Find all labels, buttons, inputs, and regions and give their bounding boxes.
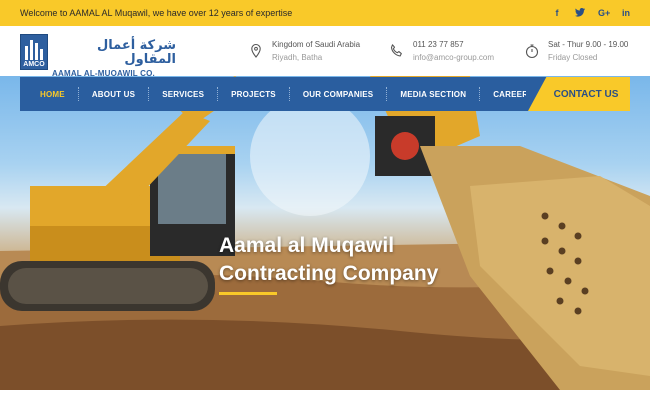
logo-badge: AMCO bbox=[23, 61, 45, 68]
hero-title-underline bbox=[219, 292, 277, 295]
nav-item-about-us[interactable]: ABOUT US bbox=[79, 90, 148, 99]
google-plus-icon[interactable]: G+ bbox=[598, 8, 610, 18]
contact-us-label: CONTACT US bbox=[553, 88, 619, 100]
hours-line-2: Friday Closed bbox=[548, 53, 598, 62]
nav-item-services[interactable]: SERVICES bbox=[149, 90, 217, 99]
logo-arabic-name: شركة أعمال المقاول bbox=[96, 38, 176, 67]
nav-item-media-section[interactable]: MEDIA SECTION bbox=[387, 90, 479, 99]
stopwatch-icon bbox=[525, 44, 539, 59]
location-line-2: Riyadh, Batha bbox=[272, 53, 323, 62]
top-bar: Welcome to AAMAL AL Muqawil, we have ove… bbox=[0, 0, 650, 26]
phone-number: 011 23 77 857 bbox=[413, 40, 464, 49]
facebook-icon[interactable]: f bbox=[552, 8, 562, 18]
linkedin-icon[interactable]: in bbox=[621, 8, 631, 18]
site-header: AMCO شركة أعمال المقاول AAMAL AL-MUQAWIL… bbox=[0, 26, 650, 78]
email-address[interactable]: info@amco-group.com bbox=[413, 52, 494, 63]
company-logo[interactable]: AMCO شركة أعمال المقاول AAMAL AL-MUQAWIL… bbox=[20, 34, 176, 78]
nav-item-projects[interactable]: PROJECTS bbox=[218, 90, 289, 99]
page-bottom-strip bbox=[0, 390, 650, 416]
welcome-text: Welcome to AAMAL AL Muqawil, we have ove… bbox=[20, 8, 293, 18]
hours-info: Sat - Thur 9.00 - 19.00 Friday Closed bbox=[524, 39, 628, 63]
twitter-icon[interactable] bbox=[575, 7, 585, 19]
hero-title: Aamal al Muqawil Contracting Company bbox=[219, 232, 438, 288]
nav-bar: HOME ABOUT US SERVICES PROJECTS OUR COMP… bbox=[20, 77, 550, 111]
social-links: f G+ in bbox=[552, 7, 631, 19]
location-line-1: Kingdom of Saudi Arabia bbox=[272, 40, 361, 49]
hero-title-line-2: Contracting Company bbox=[219, 262, 439, 285]
location-pin-icon bbox=[251, 43, 261, 58]
hours-line-1: Sat - Thur 9.00 - 19.00 bbox=[548, 40, 629, 49]
phone-icon bbox=[390, 44, 402, 57]
nav-item-our-companies[interactable]: OUR COMPANIES bbox=[290, 90, 386, 99]
hero-title-line-1: Aamal al Muqawil bbox=[219, 234, 395, 257]
location-info: Kingdom of Saudi Arabia Riyadh, Batha bbox=[248, 39, 360, 63]
nav-item-home[interactable]: HOME bbox=[27, 90, 78, 99]
main-navigation: HOME ABOUT US SERVICES PROJECTS OUR COMP… bbox=[20, 77, 630, 111]
phone-info: 011 23 77 857 info@amco-group.com bbox=[389, 39, 494, 63]
logo-mark: AMCO bbox=[20, 34, 48, 70]
